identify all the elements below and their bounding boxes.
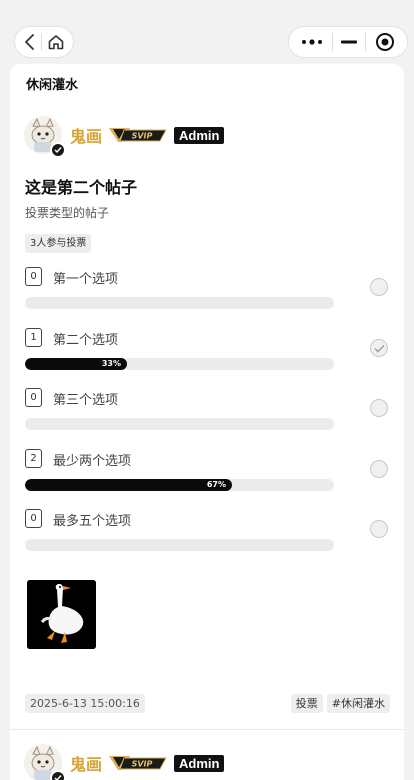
option-progress-track bbox=[25, 418, 334, 430]
top-bar bbox=[0, 0, 414, 64]
author-name[interactable]: 鬼画 bbox=[70, 123, 102, 147]
next-post-author-row[interactable]: 鬼画 SVIP Admin bbox=[24, 744, 225, 780]
author-row[interactable]: 鬼画 SVIP Admin bbox=[24, 116, 225, 158]
svip-label: SVIP bbox=[132, 760, 153, 769]
avatar[interactable] bbox=[24, 116, 66, 158]
more-dots-icon[interactable] bbox=[301, 38, 323, 46]
option-label: 最少两个选项 bbox=[53, 454, 132, 469]
goose-image-icon bbox=[27, 580, 96, 649]
post-card: 休闲灌水 鬼画 SVIP Admin 这是第二个帖子 投票类型的帖子 3人参与投… bbox=[10, 64, 404, 780]
option-radio[interactable] bbox=[370, 339, 388, 357]
nav-capsule-left bbox=[14, 26, 74, 58]
participants-count-tag: 3人参与投票 bbox=[25, 234, 92, 253]
option-label: 第二个选项 bbox=[53, 333, 119, 348]
option-progress-track bbox=[25, 539, 334, 551]
option-vote-count: 0 bbox=[25, 509, 42, 528]
avatar[interactable] bbox=[24, 744, 66, 780]
vote-option[interactable]: 0 第三个选项 bbox=[25, 388, 393, 444]
record-circle-icon[interactable] bbox=[375, 32, 395, 52]
post-description: 投票类型的帖子 bbox=[25, 206, 110, 220]
nav-divider bbox=[365, 33, 367, 51]
check-icon bbox=[374, 344, 384, 352]
verified-badge-icon bbox=[50, 770, 66, 780]
vote-option[interactable]: 0 最多五个选项 bbox=[25, 509, 393, 565]
option-radio[interactable] bbox=[370, 278, 388, 296]
option-radio[interactable] bbox=[370, 520, 388, 538]
vote-option[interactable]: 1 第二个选项 33% bbox=[25, 328, 393, 384]
post-title[interactable]: 这是第二个帖子 bbox=[25, 174, 137, 198]
post-date: 2025-6-13 15:00:16 bbox=[25, 694, 145, 713]
option-progress-track: 33% bbox=[25, 358, 334, 370]
option-progress-fill: 67% bbox=[25, 479, 233, 491]
option-progress-fill: 33% bbox=[25, 358, 127, 370]
back-chevron-icon[interactable] bbox=[23, 33, 37, 51]
option-radio[interactable] bbox=[370, 399, 388, 417]
option-vote-count: 0 bbox=[25, 267, 42, 286]
option-vote-count: 1 bbox=[25, 328, 42, 347]
admin-role-tag: Admin bbox=[174, 126, 225, 144]
nav-capsule-right bbox=[288, 26, 408, 58]
option-label: 最多五个选项 bbox=[53, 514, 132, 529]
option-vote-count: 0 bbox=[25, 388, 42, 407]
svip-badge-icon: SVIP bbox=[109, 756, 167, 770]
admin-role-tag: Admin bbox=[174, 754, 225, 772]
option-vote-count: 2 bbox=[25, 449, 42, 468]
option-radio[interactable] bbox=[370, 460, 388, 478]
tag-vote[interactable]: 投票 bbox=[290, 694, 323, 713]
nav-divider bbox=[331, 33, 333, 51]
option-progress-track: 67% bbox=[25, 479, 334, 491]
option-label: 第三个选项 bbox=[53, 393, 119, 408]
post-image-thumbnail[interactable] bbox=[27, 580, 96, 649]
tag-topic[interactable]: #休闲灌水 bbox=[326, 694, 390, 713]
option-progress-track bbox=[25, 297, 334, 309]
author-name[interactable]: 鬼画 bbox=[70, 751, 102, 775]
vote-option[interactable]: 2 最少两个选项 67% bbox=[25, 449, 393, 505]
minimize-icon[interactable] bbox=[340, 40, 357, 44]
section-title: 休闲灌水 bbox=[26, 78, 79, 93]
post-tags: 投票 #休闲灌水 bbox=[290, 694, 390, 713]
svip-badge-icon: SVIP bbox=[109, 128, 167, 142]
nav-divider bbox=[41, 33, 43, 51]
home-icon[interactable] bbox=[47, 33, 65, 51]
vote-option[interactable]: 0 第一个选项 bbox=[25, 267, 393, 323]
svip-label: SVIP bbox=[132, 132, 153, 141]
option-label: 第一个选项 bbox=[53, 272, 119, 287]
post-footer: 2025-6-13 15:00:16 投票 #休闲灌水 bbox=[25, 694, 390, 714]
verified-badge-icon bbox=[50, 142, 66, 158]
post-divider bbox=[10, 729, 404, 730]
